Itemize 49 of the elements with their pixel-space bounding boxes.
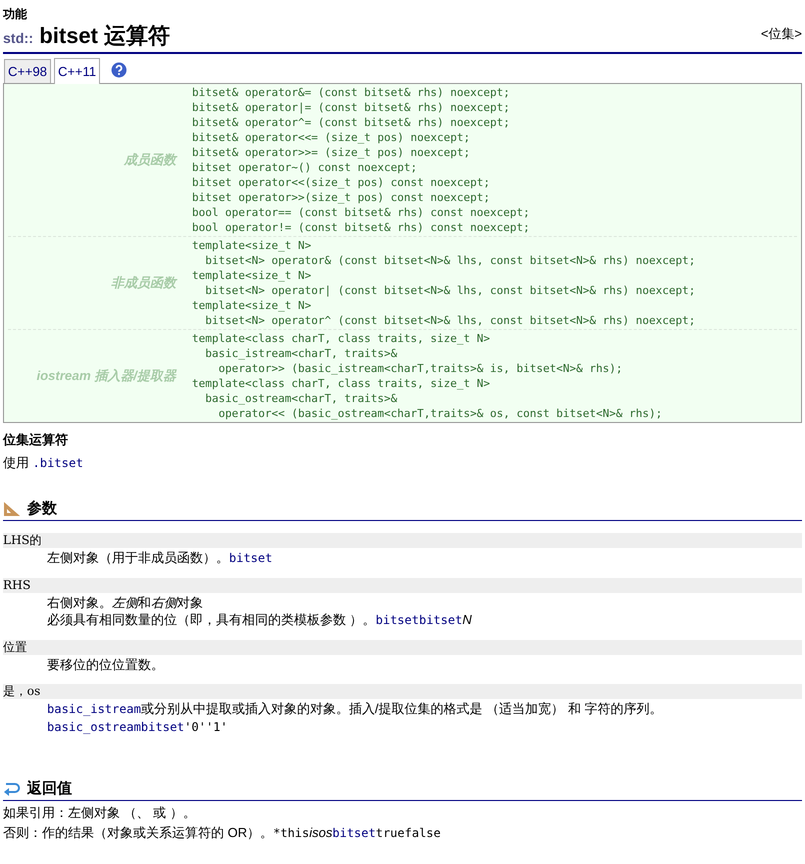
code-line: template<size_t N> — [192, 268, 312, 283]
code-line: template<size_t N> — [192, 298, 312, 313]
code-line: bitset& operator&= (const bitset& rhs) noexcept; — [192, 85, 511, 100]
code-line: operator>> (basic_istream<charT,traits>& is, bitset<N>& rhs); — [217, 361, 624, 376]
summary-heading: 位集运算符 — [3, 432, 69, 448]
parameter-term: LHS的 — [3, 533, 802, 548]
page-title: bitset 运算符 — [39, 22, 170, 50]
paragraph: basic_istream或分别从中提取或插入对象的对象。插入/提取位集的格式是 （适当加宽） 和 字符的序列。 — [46, 701, 664, 717]
code-line: bitset<N> operator& (const bitset<N>& lhs, const bitset<N>& rhs) noexcept; — [204, 253, 696, 268]
paragraph: 要移位的位位置数。 — [46, 657, 165, 672]
section-label: 非成员函数 — [110, 274, 178, 292]
parameter-term: RHS — [3, 578, 802, 593]
return-arrow-icon — [3, 781, 21, 797]
section-label: 成员函数 — [122, 151, 178, 170]
parameter-term: 是，os — [3, 684, 802, 699]
paragraph: 左侧对象（用于非成员函数）。bitset — [46, 550, 274, 566]
code-line: bitset<N> operator| (const bitset<N>& lhs, const bitset<N>& rhs) noexcept; — [204, 283, 696, 298]
parameter-term: 位置 — [3, 640, 802, 655]
category-label: 功能 — [3, 6, 28, 22]
code-line: bitset& operator<<= (size_t pos) noexcept; — [192, 130, 472, 145]
paragraph: 使用 .bitset — [3, 455, 84, 471]
section-heading: 返回值 — [27, 779, 72, 799]
code-line: bool operator== (const bitset& rhs) const noexcept; — [192, 205, 530, 220]
back-link[interactable]: <位集> — [760, 24, 802, 44]
paragraph: 否则：作的结果（对象或关系运算符的 OR）。*thisisosbitsettruefalse — [3, 825, 442, 841]
paragraph: basic_ostreambitset'0''1' — [46, 719, 229, 735]
code-line: template<class charT, class traits, size_t N> — [192, 331, 492, 346]
paragraph: 如果引用：左侧对象 （、 或 ）。 — [3, 805, 197, 821]
version-tab[interactable]: C++11 — [54, 58, 100, 84]
code-line: bitset& operator|= (const bitset& rhs) noexcept; — [192, 100, 511, 115]
code-line: basic_ostream<charT, traits>& — [204, 391, 398, 406]
code-line: bitset operator<<(size_t pos) const noexcept; — [192, 175, 492, 190]
paragraph: 必须具有相同数量的位（即，具有相同的类模板参数 ）。bitsetbitsetN — [46, 612, 473, 628]
code-line: bool operator!= (const bitset& rhs) const noexcept; — [192, 220, 530, 235]
namespace-label: std:: — [3, 29, 34, 48]
code-line: bitset operator~() const noexcept; — [192, 160, 418, 175]
paragraph: 右侧对象。左侧和右侧对象 — [46, 595, 204, 610]
code-line: bitset operator>>(size_t pos) const noexcept; — [192, 190, 492, 205]
version-tab[interactable]: C++98 — [4, 59, 52, 83]
code-line: template<class charT, class traits, size_t N> — [192, 376, 492, 391]
code-line: template<size_t N> — [192, 238, 312, 253]
section-label: iostream 插入器/提取器 — [36, 367, 178, 386]
section-heading: 参数 — [27, 499, 57, 519]
code-line: bitset& operator^= (const bitset& rhs) noexcept; — [192, 115, 511, 130]
help-icon[interactable] — [111, 62, 128, 78]
code-line: basic_istream<charT, traits>& — [204, 346, 398, 361]
code-line: bitset& operator>>= (size_t pos) noexcept; — [192, 145, 472, 160]
code-line: bitset<N> operator^ (const bitset<N>& lhs, const bitset<N>& rhs) noexcept; — [204, 313, 696, 328]
code-line: operator<< (basic_ostream<charT,traits>& os, const bitset<N>& rhs); — [217, 406, 662, 421]
